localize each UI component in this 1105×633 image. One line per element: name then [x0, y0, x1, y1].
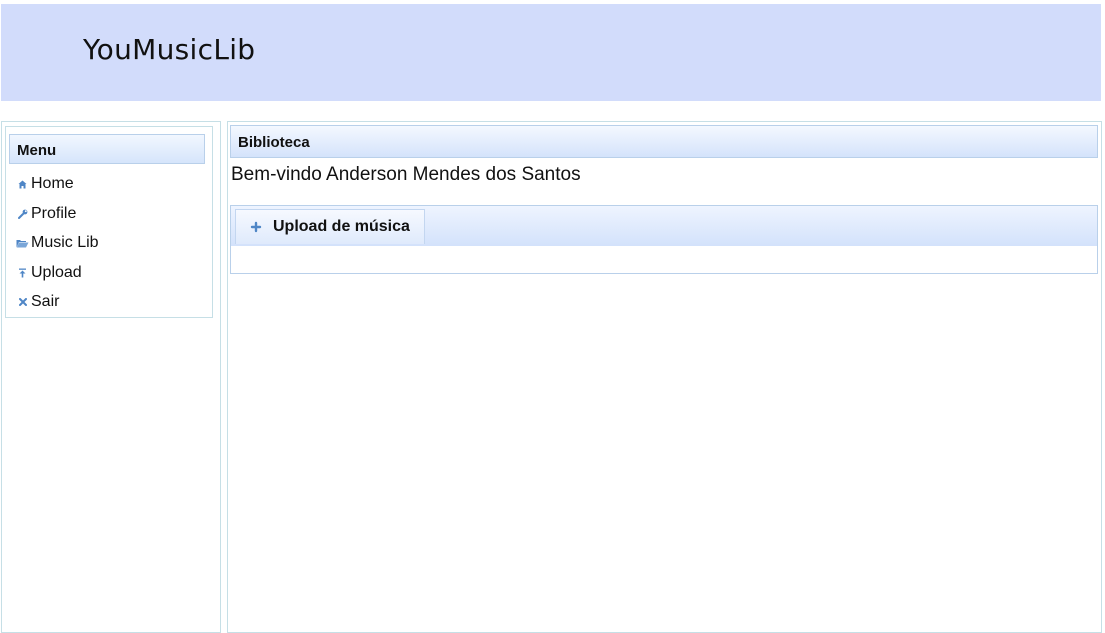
main-panel: Biblioteca Bem-vindo Anderson Mendes dos…: [227, 121, 1102, 633]
app-title: YouMusicLib: [83, 33, 256, 66]
menu-item-label: Profile: [31, 205, 77, 222]
upload-toolbar: Upload de música: [231, 206, 1097, 246]
upload-panel: Upload de música: [230, 205, 1098, 274]
menu-item-label: Music Lib: [31, 234, 99, 251]
sidebar: Menu Home Profile Music Lib Upload Sair: [1, 121, 221, 633]
menu-header-label: Menu: [17, 142, 57, 159]
menu-panel: Menu Home Profile Music Lib Upload Sair: [5, 126, 213, 318]
close-icon: [16, 296, 29, 309]
menu-item-sair[interactable]: Sair: [16, 291, 59, 313]
upload-music-label: Upload de música: [273, 218, 410, 235]
plus-icon: [250, 221, 262, 233]
main-panel-header: Biblioteca: [230, 125, 1098, 158]
upload-icon: [16, 267, 29, 280]
welcome-message: Bem-vindo Anderson Mendes dos Santos: [231, 164, 581, 185]
wrench-icon: [16, 208, 29, 221]
menu-header: Menu: [9, 134, 205, 164]
app-header: YouMusicLib: [1, 4, 1101, 101]
menu-item-label: Home: [31, 175, 74, 192]
upload-music-button[interactable]: Upload de música: [235, 209, 425, 244]
menu-item-profile[interactable]: Profile: [16, 203, 76, 225]
home-icon: [16, 178, 29, 191]
menu-item-label: Sair: [31, 293, 60, 310]
menu-item-music-lib[interactable]: Music Lib: [16, 232, 99, 254]
main-panel-title: Biblioteca: [238, 134, 310, 151]
menu-item-label: Upload: [31, 264, 82, 281]
folder-open-icon: [16, 237, 29, 250]
menu-item-home[interactable]: Home: [16, 173, 74, 195]
menu-item-upload[interactable]: Upload: [16, 262, 82, 284]
